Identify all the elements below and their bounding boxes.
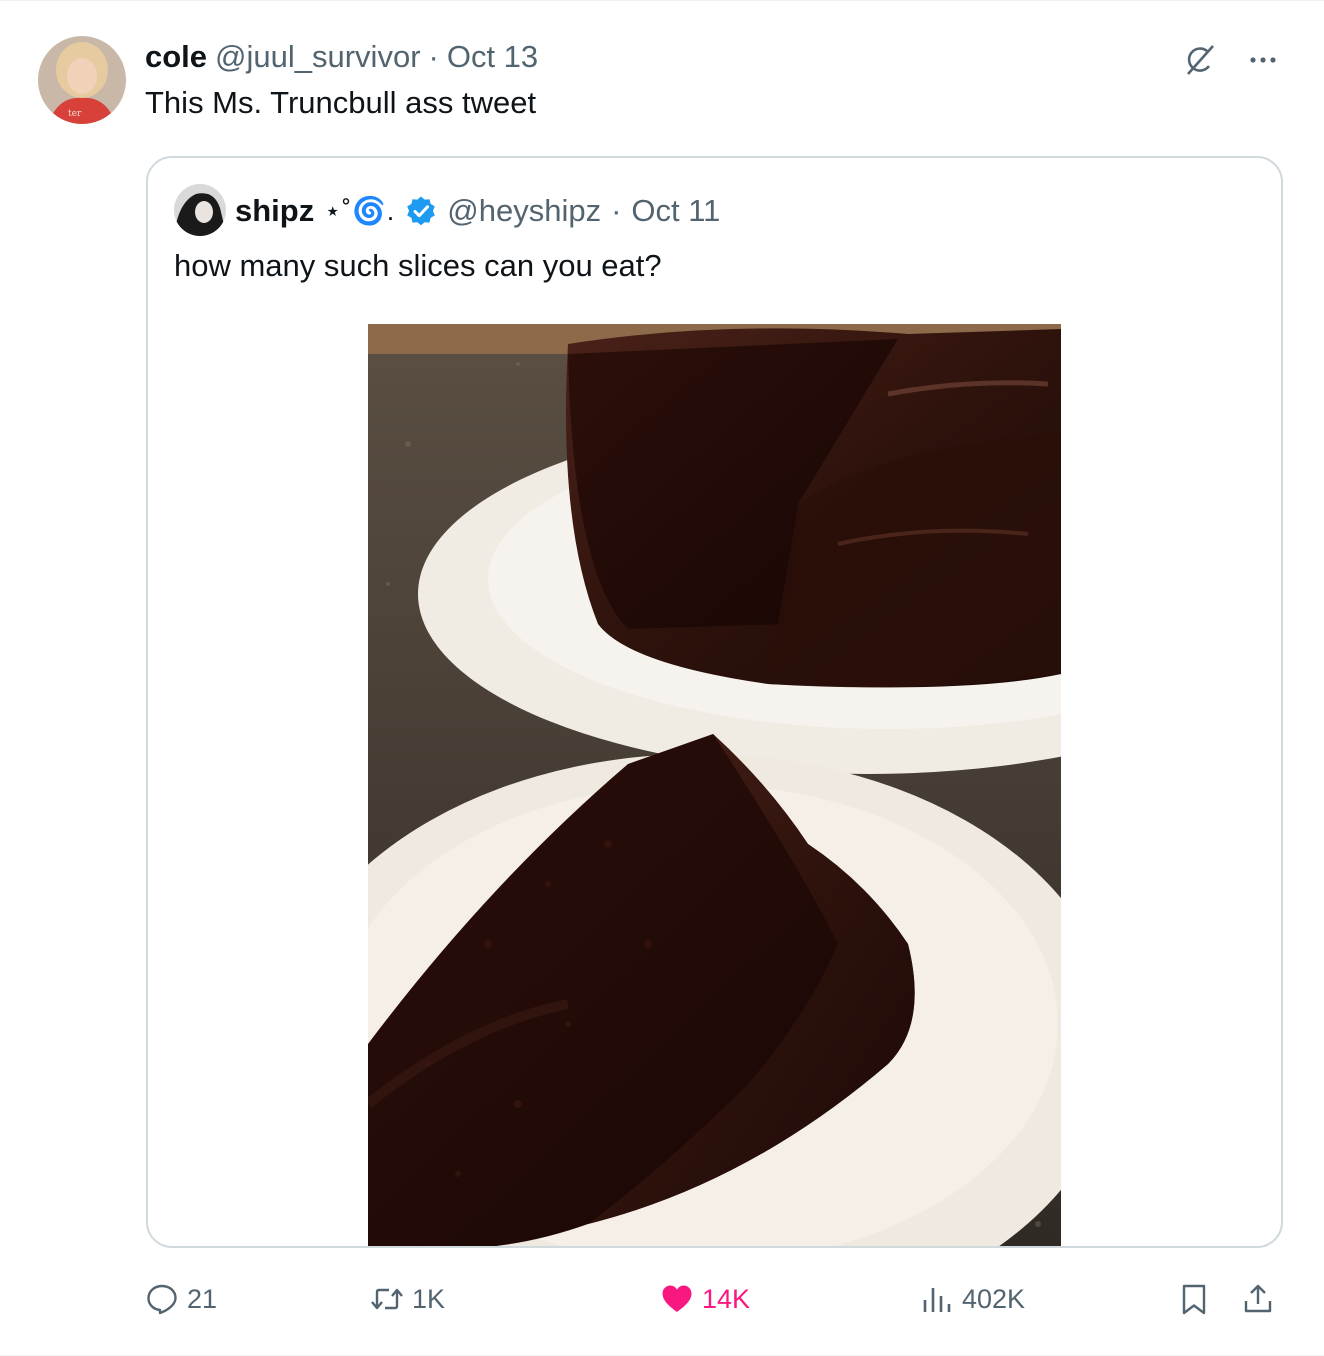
chocolate-cake-photo [368, 324, 1061, 1246]
quoted-date[interactable]: Oct 11 [631, 193, 720, 229]
author-name[interactable]: cole [145, 39, 207, 75]
reply-icon [147, 1284, 177, 1315]
tweet-action-bar: 21 1K 14K 402K [145, 1276, 1285, 1322]
tweet-text: This Ms. Truncbull ass tweet [145, 85, 537, 120]
tweet-date[interactable]: Oct 13 [447, 39, 538, 75]
tweet-card[interactable]: ter cole @juul_survivor · Oct 13 This Ms… [0, 0, 1324, 1356]
svg-text:ter: ter [68, 109, 82, 119]
like-count: 14K [702, 1283, 751, 1314]
author-avatar[interactable]: ter [38, 36, 126, 124]
like-button[interactable]: 14K [660, 1276, 750, 1322]
reply-button[interactable]: 21 [145, 1276, 217, 1322]
quoted-avatar-image [174, 184, 226, 236]
quoted-author-emoji: ⋆˚🌀. [324, 196, 396, 226]
retweet-icon [371, 1288, 403, 1310]
share-button[interactable] [1241, 1276, 1275, 1322]
quoted-author-name[interactable]: shipz [235, 193, 314, 229]
tweet-top-actions [1180, 41, 1282, 79]
bookmark-button[interactable] [1177, 1276, 1211, 1322]
views-button[interactable]: 402K [920, 1276, 1025, 1322]
more-icon[interactable] [1244, 41, 1282, 79]
retweet-count: 1K [412, 1283, 446, 1314]
verified-badge-icon [405, 195, 437, 227]
views-icon [923, 1288, 951, 1312]
quoted-separator-dot: · [611, 193, 622, 228]
reply-count: 21 [187, 1283, 218, 1314]
separator-dot: · [428, 39, 439, 74]
tweet-header: cole @juul_survivor · Oct 13 [145, 37, 538, 77]
quoted-author-handle[interactable]: @heyshipz [447, 193, 601, 229]
quoted-tweet[interactable]: shipz ⋆˚🌀. @heyshipz · Oct 11 how many s… [146, 156, 1283, 1248]
avatar-image: ter [38, 36, 126, 124]
quoted-text: how many such slices can you eat? [174, 248, 662, 283]
retweet-button[interactable]: 1K [370, 1276, 445, 1322]
share-icon [1244, 1284, 1272, 1313]
author-handle[interactable]: @juul_survivor [215, 39, 420, 75]
views-count: 402K [962, 1283, 1026, 1314]
quoted-header: shipz ⋆˚🌀. @heyshipz · Oct 11 [235, 188, 720, 234]
bookmark-icon [1182, 1284, 1206, 1315]
quoted-media-image[interactable] [368, 324, 1061, 1246]
like-icon [662, 1285, 692, 1312]
quoted-author-avatar[interactable] [174, 184, 226, 236]
grok-icon[interactable] [1180, 41, 1218, 79]
